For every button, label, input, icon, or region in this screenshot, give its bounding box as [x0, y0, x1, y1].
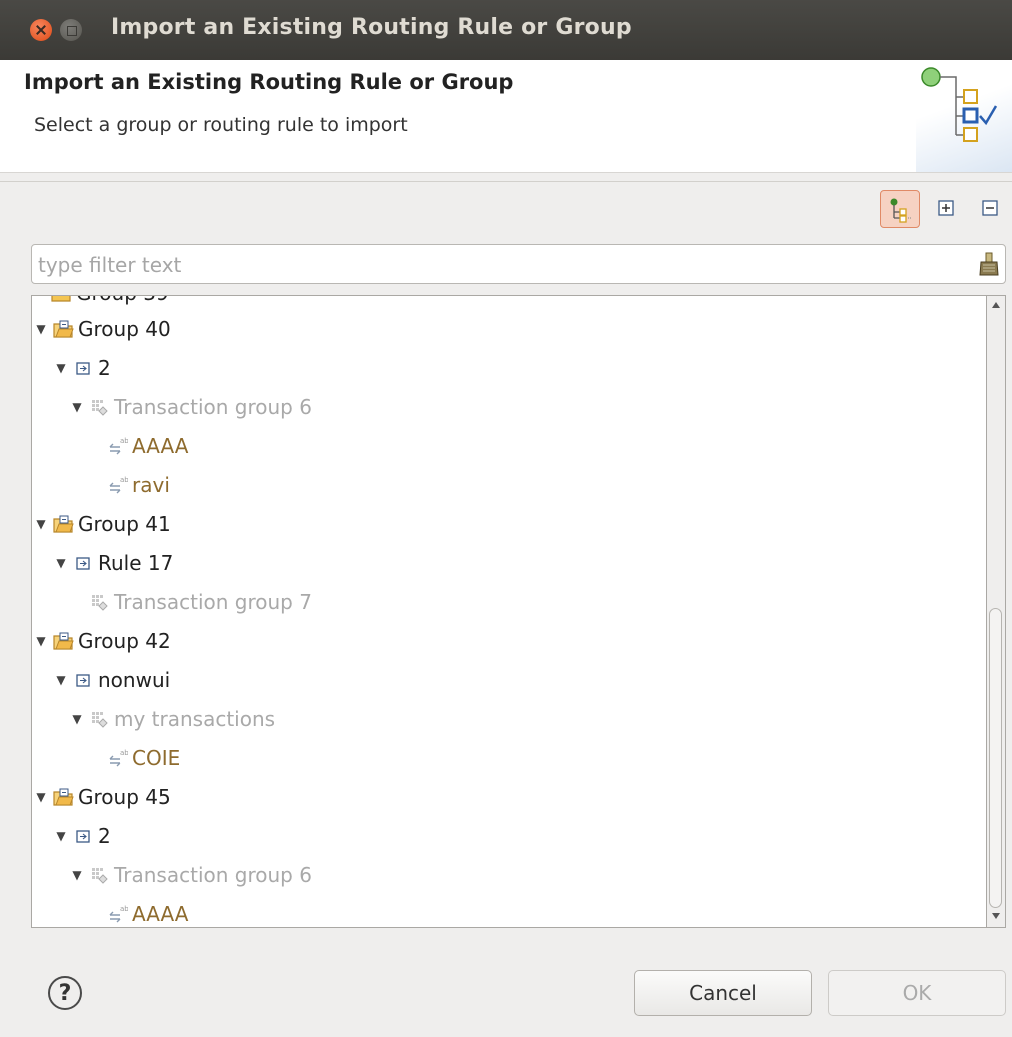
expander-expanded-icon[interactable]: ▼: [70, 712, 84, 726]
help-button[interactable]: ?: [48, 976, 82, 1010]
tree-item-label: 2: [98, 356, 111, 380]
tree-item-transaction[interactable]: ab ravi: [106, 468, 170, 502]
tree-item-transaction[interactable]: ab AAAA: [106, 897, 189, 927]
rule-icon: [76, 674, 90, 687]
tree-item-group[interactable]: ▼ Group 45: [34, 780, 171, 814]
tree-item-label: Transaction group 6: [114, 395, 312, 419]
scrollbar-thumb[interactable]: [989, 608, 1002, 908]
group-folder-icon: [53, 632, 74, 650]
tree-item-group[interactable]: ▼ Group 40: [34, 312, 171, 346]
transaction-icon: ab: [109, 749, 128, 767]
tree-item-label: Group 45: [78, 785, 171, 809]
rule-icon: [76, 830, 90, 843]
window-title: Import an Existing Routing Rule or Group: [111, 15, 632, 40]
rule-icon: [76, 557, 90, 570]
filter-field: [31, 244, 1006, 284]
group-folder-icon: [51, 296, 71, 302]
svg-text:ab: ab: [120, 437, 128, 445]
tree-item-group[interactable]: Group 39: [32, 296, 169, 310]
help-question-icon: ?: [58, 980, 72, 1006]
tree-item-label: Group 39: [76, 296, 169, 305]
expander-expanded-icon[interactable]: ▼: [34, 634, 48, 648]
tree-item-label: Group 41: [78, 512, 171, 536]
collapse-all-icon: [982, 200, 998, 216]
wizard-banner-icon: [916, 60, 1012, 172]
tree-item-label: my transactions: [114, 707, 276, 731]
tree-item-label: ravi: [132, 473, 170, 497]
tree-item-transaction-group[interactable]: ▼ Transaction group 6: [70, 390, 312, 424]
scroll-up-arrow-icon[interactable]: [992, 302, 1000, 308]
hierarchy-toggle-icon: [890, 198, 912, 223]
expander-expanded-icon[interactable]: ▼: [54, 829, 68, 843]
routing-tree[interactable]: Group 39 ▼ Group 40 ▼ 2 ▼ Transaction gr…: [31, 295, 987, 928]
dialog-title: Import an Existing Routing Rule or Group: [24, 70, 514, 94]
expander-expanded-icon[interactable]: ▼: [54, 556, 68, 570]
tree-item-label: Rule 17: [98, 551, 174, 575]
transaction-group-icon: [92, 595, 108, 611]
ok-button[interactable]: OK: [828, 970, 1006, 1016]
transaction-icon: ab: [109, 437, 128, 455]
dialog-header: Import an Existing Routing Rule or Group…: [0, 60, 1012, 173]
hierarchy-toggle-button[interactable]: [880, 190, 920, 228]
tree-item-rule[interactable]: ▼ 2: [54, 819, 111, 853]
expander-expanded-icon[interactable]: ▼: [54, 673, 68, 687]
transaction-icon: ab: [109, 476, 128, 494]
tree-item-rule[interactable]: ▼ nonwui: [54, 663, 170, 697]
expand-all-icon: [938, 200, 954, 216]
tree-item-group[interactable]: ▼ Group 41: [34, 507, 171, 541]
collapse-all-button[interactable]: [970, 190, 1010, 228]
rule-icon: [76, 362, 90, 375]
transaction-icon: ab: [109, 905, 128, 923]
tree-item-transaction-group[interactable]: ▼ my transactions: [70, 702, 275, 736]
cancel-button[interactable]: Cancel: [634, 970, 812, 1016]
tree-item-label: 2: [98, 824, 111, 848]
transaction-group-icon: [92, 400, 108, 416]
tree-item-label: Group 40: [78, 317, 171, 341]
svg-text:ab: ab: [120, 476, 128, 484]
tree-item-label: Group 42: [78, 629, 171, 653]
tree-expander-placeholder: [32, 296, 46, 300]
filter-input[interactable]: [36, 251, 960, 279]
scroll-down-arrow-icon[interactable]: [992, 913, 1000, 919]
dialog-subtitle: Select a group or routing rule to import: [34, 114, 408, 136]
tree-item-transaction[interactable]: ab COIE: [106, 741, 180, 775]
tree-item-label: AAAA: [132, 902, 189, 926]
svg-text:ab: ab: [120, 749, 128, 757]
expander-expanded-icon[interactable]: ▼: [70, 868, 84, 882]
expander-expanded-icon[interactable]: ▼: [34, 322, 48, 336]
tree-item-label: Transaction group 6: [114, 863, 312, 887]
close-window-button[interactable]: [30, 19, 52, 41]
tree-item-group[interactable]: ▼ Group 42: [34, 624, 171, 658]
tree-item-transaction-group[interactable]: Transaction group 7: [88, 585, 312, 619]
clear-filter-button[interactable]: [978, 251, 1000, 277]
transaction-group-icon: [92, 868, 108, 884]
expander-expanded-icon[interactable]: ▼: [34, 517, 48, 531]
group-folder-icon: [53, 788, 74, 806]
header-separator: [0, 181, 1012, 182]
expand-all-button[interactable]: [930, 190, 970, 228]
expander-expanded-icon[interactable]: ▼: [54, 361, 68, 375]
tree-item-transaction-group[interactable]: ▼ Transaction group 6: [70, 858, 312, 892]
tree-item-rule[interactable]: ▼ 2: [54, 351, 111, 385]
transaction-group-icon: [92, 712, 108, 728]
tree-item-label: COIE: [132, 746, 181, 770]
tree-item-label: AAAA: [132, 434, 189, 458]
clear-filter-icon: [979, 252, 999, 276]
svg-text:ab: ab: [120, 905, 128, 913]
tree-item-label: nonwui: [98, 668, 171, 692]
minimize-window-button[interactable]: [60, 19, 82, 41]
tree-item-rule[interactable]: ▼ Rule 17: [54, 546, 173, 580]
tree-item-transaction[interactable]: ab AAAA: [106, 429, 188, 463]
tree-item-label: Transaction group 7: [114, 590, 312, 614]
group-folder-icon: [53, 320, 74, 338]
window-titlebar: Import an Existing Routing Rule or Group: [0, 0, 1012, 60]
tree-vertical-scrollbar[interactable]: [987, 295, 1006, 928]
group-folder-icon: [53, 515, 74, 533]
expander-expanded-icon[interactable]: ▼: [70, 400, 84, 414]
expander-expanded-icon[interactable]: ▼: [34, 790, 48, 804]
